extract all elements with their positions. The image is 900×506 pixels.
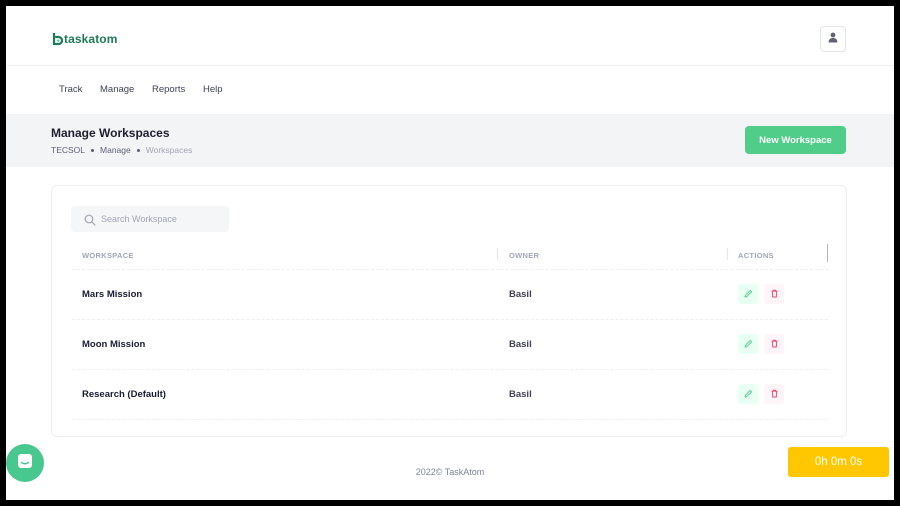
nav-item-track[interactable]: Track [59, 84, 82, 95]
breadcrumb-item-tecsol[interactable]: TECSOL [51, 145, 85, 155]
column-header-actions: ACTIONS [738, 251, 774, 260]
search-icon [84, 213, 96, 231]
trash-icon [770, 385, 779, 403]
new-workspace-button[interactable]: New Workspace [745, 126, 846, 154]
page-title: Manage Workspaces [51, 126, 170, 140]
page-header: Manage Workspaces TECSOL Manage Workspac… [6, 114, 894, 167]
workspace-name[interactable]: Research (Default) [82, 389, 166, 400]
delete-button[interactable] [764, 384, 784, 404]
table-header: WORKSPACE OWNER ACTIONS [72, 244, 828, 270]
edit-button[interactable] [738, 284, 758, 304]
search-box [71, 206, 229, 232]
breadcrumb-item-workspaces: Workspaces [145, 145, 193, 155]
logo[interactable]: taskatom [52, 30, 118, 48]
pencil-icon [744, 335, 753, 353]
nav-item-manage[interactable]: Manage [100, 84, 134, 95]
logo-mark-icon [52, 32, 64, 46]
edit-button[interactable] [738, 334, 758, 354]
delete-button[interactable] [764, 334, 784, 354]
trash-icon [770, 285, 779, 303]
workspace-name[interactable]: Mars Mission [82, 289, 142, 300]
chat-icon [16, 452, 34, 475]
column-divider [727, 248, 728, 260]
table-row: Moon Mission Basil [72, 320, 828, 370]
breadcrumb: TECSOL Manage Workspaces [51, 145, 192, 155]
breadcrumb-separator [91, 148, 95, 152]
user-menu-button[interactable] [820, 26, 846, 52]
chat-launcher-button[interactable] [6, 444, 44, 482]
nav-item-reports[interactable]: Reports [152, 84, 185, 95]
footer-copyright: 2022© TaskAtom [415, 467, 485, 477]
timer-display[interactable]: 0h 0m 0s [788, 447, 889, 477]
user-icon [828, 30, 838, 48]
owner-name: Basil [509, 289, 532, 300]
trash-icon [770, 335, 779, 353]
workspace-name[interactable]: Moon Mission [82, 339, 145, 350]
app-window: taskatom Track Manage Reports Help Manag… [6, 6, 894, 500]
breadcrumb-item-manage[interactable]: Manage [100, 145, 131, 155]
edit-button[interactable] [738, 384, 758, 404]
column-resize-handle[interactable] [827, 244, 828, 262]
column-header-owner[interactable]: OWNER [509, 251, 539, 260]
pencil-icon [744, 285, 753, 303]
logo-text: taskatom [64, 32, 118, 46]
table-row: Research (Default) Basil [72, 370, 828, 420]
pencil-icon [744, 385, 753, 403]
top-bar: taskatom [6, 6, 894, 66]
breadcrumb-separator [136, 148, 140, 152]
main-nav: Track Manage Reports Help [6, 66, 894, 114]
owner-name: Basil [509, 339, 532, 350]
column-divider [497, 248, 498, 260]
nav-item-help[interactable]: Help [203, 84, 223, 95]
owner-name: Basil [509, 389, 532, 400]
table-row: Mars Mission Basil [72, 270, 828, 320]
workspaces-card: WORKSPACE OWNER ACTIONS Mars Mission Bas… [51, 185, 847, 437]
delete-button[interactable] [764, 284, 784, 304]
search-input[interactable] [101, 206, 225, 232]
column-header-workspace[interactable]: WORKSPACE [82, 251, 134, 260]
